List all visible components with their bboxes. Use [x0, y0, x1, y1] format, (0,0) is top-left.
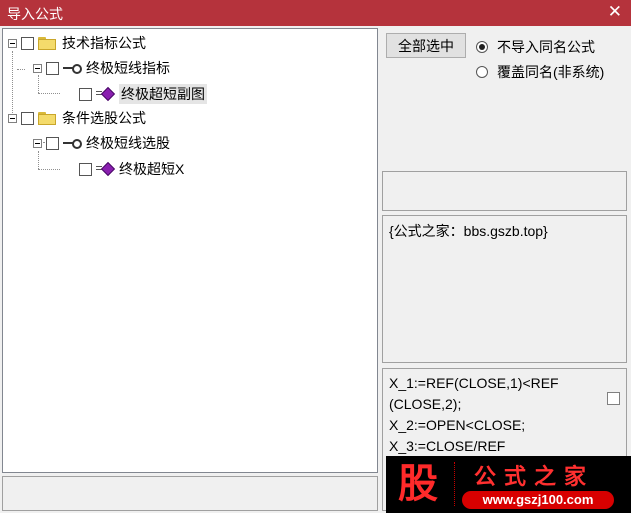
- tree-node-label: 终极超短X: [119, 161, 185, 177]
- tree-node-label: 终极短线选股: [86, 135, 170, 151]
- info-box: [382, 171, 627, 211]
- code-line: X_3:=CLOSE/REF: [389, 438, 506, 454]
- code-line: X_1:=REF(CLOSE,1)<REF: [389, 375, 559, 391]
- collapse-icon[interactable]: [33, 138, 42, 148]
- tree-checkbox[interactable]: [79, 87, 92, 101]
- folder-icon: [38, 111, 56, 125]
- window-title: 导入公式: [7, 6, 63, 22]
- radio-overwrite[interactable]: 覆盖同名(非系统): [476, 62, 604, 82]
- tree-node-label: 终极超短副图: [119, 84, 207, 104]
- collapse-icon[interactable]: [8, 38, 17, 48]
- tree-node-stock-selection-formulas[interactable]: 条件选股公式: [8, 107, 146, 129]
- tree-connector: [17, 69, 25, 70]
- description-box[interactable]: {公式之家：bbs.gszb.top}: [382, 215, 627, 363]
- banner-divider: [454, 462, 456, 506]
- tree-node-label: 技术指标公式: [62, 35, 146, 51]
- description-text: {公式之家：bbs.gszb.top}: [389, 223, 548, 239]
- banner-slogan: 公式之家: [474, 464, 595, 490]
- close-icon[interactable]: ✕: [608, 2, 622, 22]
- collapse-icon[interactable]: [8, 113, 17, 123]
- code-line: (CLOSE,2);: [389, 396, 462, 412]
- tree-node-ultra-short-subchart[interactable]: 终极超短副图: [79, 83, 207, 105]
- collapse-icon[interactable]: [33, 63, 42, 73]
- tree-connector: [38, 169, 60, 170]
- status-bar: [2, 476, 378, 511]
- radio-label: 不导入同名公式: [497, 39, 595, 55]
- scroll-checkbox[interactable]: [607, 392, 620, 405]
- tree-node-label: 条件选股公式: [62, 110, 146, 126]
- radio-button[interactable]: [476, 66, 488, 78]
- code-line: X_2:=OPEN<CLOSE;: [389, 417, 526, 433]
- radio-no-import[interactable]: 不导入同名公式: [476, 37, 595, 57]
- tree-checkbox[interactable]: [21, 111, 34, 125]
- tree-checkbox[interactable]: [46, 136, 59, 150]
- tree-node-label: 终极短线指标: [86, 60, 170, 76]
- tree-node-ultra-short-x[interactable]: 终极超短X: [79, 158, 184, 180]
- tree-node-short-term-selection[interactable]: 终极短线选股: [33, 132, 170, 154]
- key-icon: [63, 138, 82, 149]
- gem-icon: [96, 86, 116, 102]
- tree-node-technical-formulas[interactable]: 技术指标公式: [8, 32, 146, 54]
- gem-icon: [96, 161, 116, 177]
- watermark-banner: 股 公式之家 www.gszj100.com: [386, 456, 631, 513]
- logo-glyph: 股: [398, 460, 438, 507]
- folder-icon: [38, 36, 56, 50]
- tree-node-short-term-indicator[interactable]: 终极短线指标: [33, 57, 170, 79]
- formula-tree[interactable]: 技术指标公式 终极短线指标 终极超短副图 条件选股公式 终极短线选股 终极超短X: [2, 28, 378, 473]
- select-all-button[interactable]: 全部选中: [386, 33, 466, 58]
- key-icon: [63, 63, 82, 74]
- radio-label: 覆盖同名(非系统): [497, 64, 605, 80]
- banner-url: www.gszj100.com: [462, 491, 614, 509]
- radio-button[interactable]: [476, 41, 488, 53]
- tree-connector: [38, 93, 60, 94]
- tree-checkbox[interactable]: [21, 36, 34, 50]
- tree-checkbox[interactable]: [46, 61, 59, 75]
- tree-checkbox[interactable]: [79, 162, 92, 176]
- title-bar: 导入公式 ✕: [0, 0, 631, 26]
